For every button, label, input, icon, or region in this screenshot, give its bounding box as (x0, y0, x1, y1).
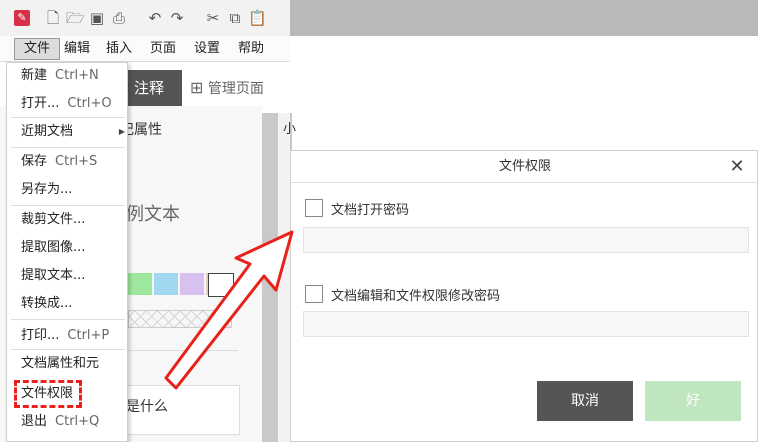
color-swatch-green[interactable] (128, 273, 152, 295)
menu-item-exit[interactable]: 退出 Ctrl+Q (21, 411, 125, 433)
menu-item-label: 裁剪文件... (21, 212, 86, 227)
pattern-swatches[interactable] (128, 310, 232, 328)
undo-icon[interactable]: ↶ (146, 10, 164, 26)
shortcut-label: Ctrl+N (55, 68, 99, 83)
menu-item-label: 新建 (21, 68, 48, 83)
menu-edit[interactable]: 编辑 (62, 39, 92, 59)
highlight-annotation (14, 380, 82, 408)
menu-help[interactable]: 帮助 (236, 39, 266, 59)
menu-item-crop[interactable]: 裁剪文件... (21, 209, 125, 231)
menu-item-extract-images[interactable]: 提取图像... (21, 237, 125, 259)
menu-insert[interactable]: 插入 (104, 39, 134, 59)
menu-item-label: 提取图像... (21, 240, 86, 255)
permissions-dialog: 文件权限 ✕ 文档打开密码 文档编辑和文件权限修改密码 取消 好 (290, 150, 758, 442)
menu-item-extract-text[interactable]: 提取文本... (21, 265, 125, 287)
menu-file[interactable]: 文件 (14, 38, 60, 60)
ok-button[interactable]: 好 (645, 381, 741, 421)
menu-item-recent[interactable]: 近期文档 ▶ (21, 121, 125, 143)
help-text: 是什么 (126, 399, 168, 415)
manage-pages-label: 管理页面 (207, 81, 264, 97)
shortcut-label: Ctrl+O (67, 96, 112, 111)
menu-item-open[interactable]: 打开... Ctrl+O (21, 93, 125, 115)
menu-page[interactable]: 页面 (148, 39, 178, 59)
toolbar: ✎ 🗋 🗁 ▣ ⎙ ↶ ↷ ✂ ⧉ 📋 (0, 0, 290, 36)
open-password-input[interactable] (303, 227, 749, 253)
copy-icon[interactable]: ⧉ (226, 10, 244, 26)
menu-item-convert[interactable]: 转换成... (21, 293, 125, 315)
save-icon[interactable]: ▣ (88, 10, 106, 26)
menu-separator (11, 117, 125, 118)
menu-item-label: 近期文档 (21, 124, 74, 139)
open-password-label: 文档打开密码 (331, 203, 410, 218)
color-swatch-white[interactable] (208, 273, 234, 297)
cut-icon[interactable]: ✂ (204, 10, 222, 26)
dialog-title: 文件权限 (291, 151, 758, 183)
manage-pages-button[interactable]: ⊞ 管理页面 (190, 70, 290, 106)
menu-item-label: 转换成... (21, 296, 73, 311)
open-folder-icon[interactable]: 🗁 (66, 10, 85, 26)
redo-icon[interactable]: ↷ (168, 10, 186, 26)
menu-item-label: 保存 (21, 154, 48, 169)
color-swatch-purple[interactable] (180, 273, 204, 295)
menu-separator (11, 319, 125, 320)
menu-item-save[interactable]: 保存 Ctrl+S (21, 151, 125, 173)
edit-password-checkbox[interactable] (305, 285, 323, 303)
menu-bar: 文件 编辑 插入 页面 设置 帮助 (0, 36, 290, 62)
app-icon[interactable]: ✎ (14, 10, 30, 26)
menu-item-save-as[interactable]: 另存为... (21, 179, 125, 201)
divider (128, 350, 238, 351)
submenu-arrow-icon: ▶ (118, 127, 125, 136)
menu-settings[interactable]: 设置 (192, 39, 222, 59)
print-icon[interactable]: ⎙ (110, 10, 128, 26)
shortcut-label: Ctrl+S (55, 154, 98, 169)
edit-password-label: 文档编辑和文件权限修改密码 (331, 289, 501, 304)
menu-item-label: 文档属性和元 (21, 356, 100, 371)
menu-item-label: 打印... (21, 328, 60, 343)
menu-separator (11, 349, 125, 350)
small-tab[interactable]: 小 (283, 118, 296, 137)
paste-icon[interactable]: 📋 (248, 10, 267, 26)
menu-item-print[interactable]: 打印... Ctrl+P (21, 325, 125, 347)
shortcut-label: Ctrl+P (67, 328, 110, 343)
cancel-button[interactable]: 取消 (537, 381, 633, 421)
menu-item-properties[interactable]: 文档属性和元 (21, 353, 125, 375)
menu-item-label: 另存为... (21, 182, 73, 197)
menu-item-new[interactable]: 新建 Ctrl+N (21, 65, 125, 87)
edit-password-input[interactable] (303, 311, 749, 337)
shortcut-label: Ctrl+Q (55, 414, 100, 429)
new-file-icon[interactable]: 🗋 (44, 10, 62, 26)
annotate-label: 注释 (133, 79, 164, 97)
right-panel-edge (278, 113, 290, 442)
menu-separator (11, 205, 125, 206)
menu-item-label: 退出 (21, 414, 48, 429)
sample-text: 例文本 (126, 204, 180, 225)
close-icon[interactable]: ✕ (723, 153, 751, 181)
pages-grid-icon: ⊞ (190, 78, 204, 97)
menu-separator (11, 147, 125, 148)
color-swatch-blue[interactable] (154, 273, 178, 295)
menu-item-label: 打开... (21, 96, 60, 111)
open-password-checkbox[interactable] (305, 199, 323, 217)
menu-item-label: 提取文本... (21, 268, 86, 283)
